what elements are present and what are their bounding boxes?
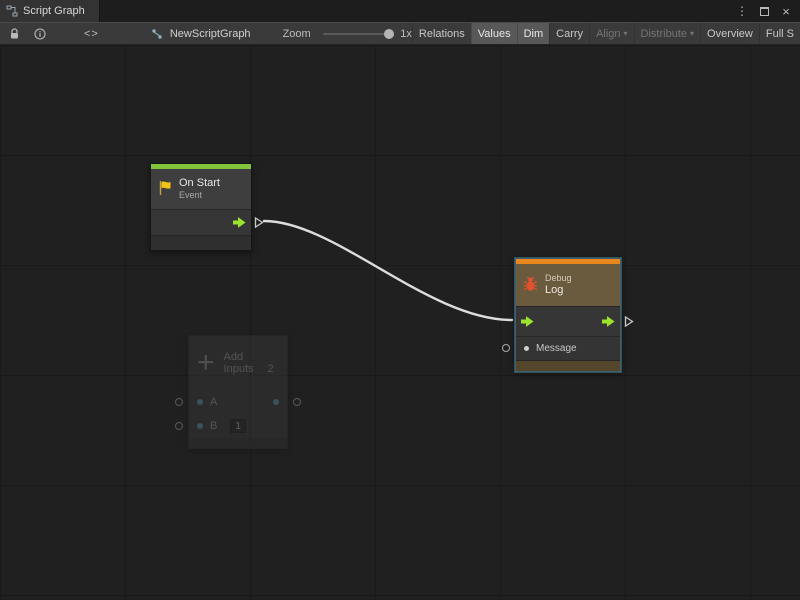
trigger-output-port[interactable]: [254, 216, 264, 229]
on-start-header[interactable]: On Start Event: [151, 169, 251, 209]
chevron-down-icon: ▾: [690, 29, 694, 38]
zoom-slider[interactable]: [323, 33, 391, 35]
trigger-output-port[interactable]: [624, 315, 634, 328]
on-start-subtitle: Event: [179, 190, 220, 201]
sum-output-port[interactable]: [293, 398, 301, 406]
chevron-down-icon: ▾: [624, 29, 628, 38]
code-icon[interactable]: <>: [79, 23, 104, 44]
debug-log-node[interactable]: Debug Log Message: [515, 258, 621, 372]
port-a-dot[interactable]: [197, 399, 203, 405]
distribute-button: Distribute▾: [634, 23, 700, 44]
add-node[interactable]: + Add Inputs 2 A B 1: [188, 335, 288, 449]
plus-icon: +: [197, 348, 215, 378]
tab-script-graph[interactable]: Script Graph: [0, 0, 100, 22]
port-a-label: A: [210, 396, 217, 408]
fullscreen-button[interactable]: Full S: [759, 23, 800, 44]
sum-output-dot[interactable]: [273, 399, 279, 405]
add-input-count[interactable]: 2: [268, 363, 274, 375]
script-graph-tab-icon: [6, 5, 18, 17]
debug-category: Debug: [545, 273, 572, 284]
debug-message-row: Message: [516, 336, 620, 360]
on-start-output-row: [151, 209, 251, 235]
add-node-header[interactable]: + Add Inputs 2: [189, 336, 287, 390]
graph-name-label[interactable]: NewScriptGraph: [170, 28, 251, 40]
add-subtitle: Inputs: [224, 363, 254, 375]
relations-button[interactable]: Relations: [412, 23, 471, 44]
tab-title: Script Graph: [23, 5, 85, 17]
graph-canvas[interactable]: On Start Event: [0, 45, 800, 600]
debug-log-header[interactable]: Debug Log: [516, 264, 620, 306]
flag-icon: [157, 180, 173, 199]
port-a-input[interactable]: [175, 398, 183, 406]
window-controls: ⋮ ×: [734, 0, 800, 22]
info-icon[interactable]: [29, 23, 51, 44]
title-bar: Script Graph ⋮ ×: [0, 0, 800, 22]
on-start-footer: [151, 235, 251, 250]
zoom-slider-knob[interactable]: [384, 29, 394, 39]
zoom-label: Zoom: [283, 28, 311, 40]
message-input-port[interactable]: [502, 344, 510, 352]
maximize-icon[interactable]: [756, 3, 772, 19]
connection-wire[interactable]: [264, 221, 512, 320]
zoom-value: 1x: [400, 28, 412, 40]
wire-layer: [0, 45, 800, 600]
flow-input-arrow-icon[interactable]: [521, 316, 534, 327]
add-port-a-row: A: [189, 390, 287, 414]
toolbar-buttons: Relations Values Dim Carry Align▾ Distri…: [412, 23, 800, 44]
bug-icon: [522, 275, 539, 295]
align-button: Align▾: [589, 23, 633, 44]
on-start-title: On Start: [179, 177, 220, 190]
add-port-b-row: B 1: [189, 414, 287, 438]
debug-flow-row: [516, 306, 620, 336]
window-menu-icon[interactable]: ⋮: [734, 3, 750, 19]
overview-button[interactable]: Overview: [700, 23, 759, 44]
values-button[interactable]: Values: [471, 23, 517, 44]
flow-output-arrow-icon[interactable]: [233, 217, 246, 228]
port-b-input[interactable]: [175, 422, 183, 430]
port-b-dot[interactable]: [197, 423, 203, 429]
add-title: Add: [224, 351, 279, 363]
on-start-node[interactable]: On Start Event: [150, 163, 252, 251]
message-value-dot[interactable]: [524, 346, 529, 351]
close-icon[interactable]: ×: [778, 3, 794, 19]
graph-asset-icon: [146, 23, 168, 44]
flow-output-arrow-icon[interactable]: [602, 316, 615, 327]
port-b-value-field[interactable]: 1: [230, 419, 246, 433]
carry-button[interactable]: Carry: [549, 23, 589, 44]
add-footer: [189, 438, 287, 448]
dim-button[interactable]: Dim: [517, 23, 550, 44]
graph-toolbar: <> NewScriptGraph Zoom 1x Relations Valu…: [0, 22, 800, 45]
debug-footer: [516, 360, 620, 371]
debug-title: Log: [545, 284, 572, 297]
lock-icon[interactable]: [4, 23, 25, 44]
port-b-label: B: [210, 420, 217, 432]
message-port-label: Message: [536, 343, 577, 354]
